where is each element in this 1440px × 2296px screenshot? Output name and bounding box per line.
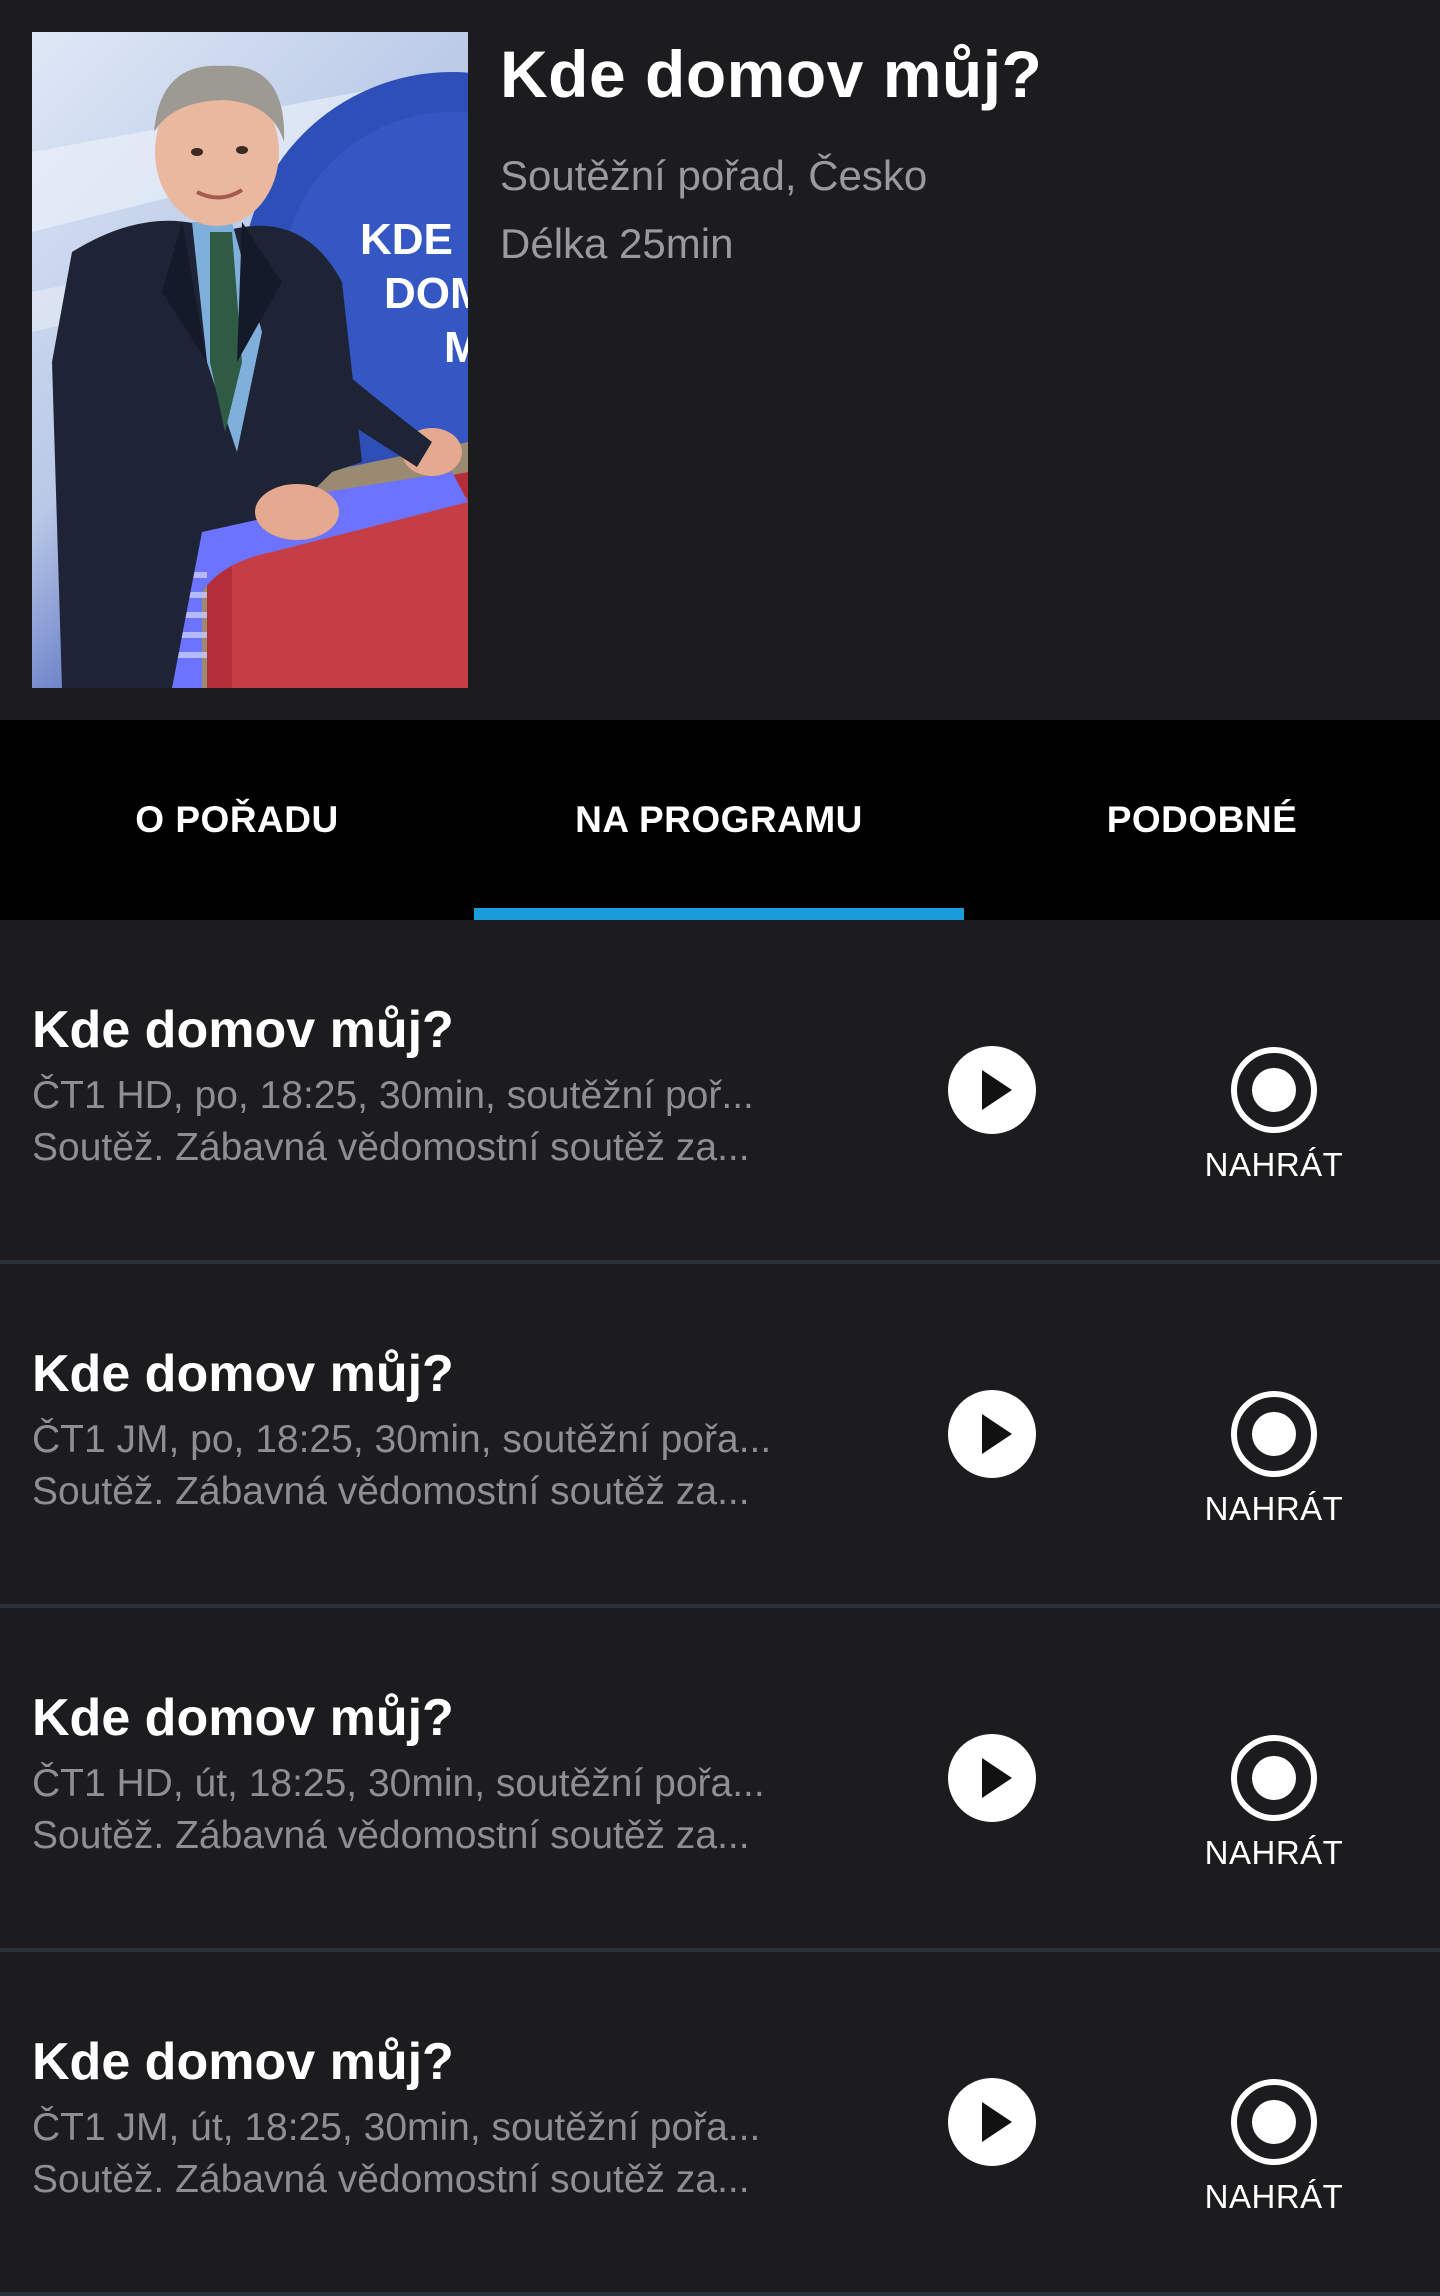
record-icon: [1231, 2079, 1317, 2165]
item-title: Kde domov můj?: [32, 2033, 454, 2091]
list-item[interactable]: Kde domov můj? ČT1 JM, út, 18:25, 30min,…: [0, 1952, 1440, 2296]
play-icon: [948, 1390, 1036, 1478]
show-duration: Délka 25min: [500, 220, 734, 267]
item-description: Soutěž. Zábavná vědomostní soutěž za...: [32, 1470, 750, 1513]
show-genre: Soutěžní pořad, Česko: [500, 152, 928, 199]
play-icon: [948, 2078, 1036, 2166]
record-label[interactable]: NAHRÁT: [1174, 1834, 1374, 1872]
item-title: Kde domov můj?: [32, 1689, 454, 1747]
item-description: Soutěž. Zábavná vědomostní soutěž za...: [32, 1126, 750, 1169]
record-icon: [1231, 1391, 1317, 1477]
list-item[interactable]: Kde domov můj? ČT1 JM, po, 18:25, 30min,…: [0, 1264, 1440, 1608]
record-icon: [1231, 1047, 1317, 1133]
record-button[interactable]: [1230, 2078, 1318, 2166]
record-label[interactable]: NAHRÁT: [1174, 2178, 1374, 2216]
host-photo: KDE DOM M: [32, 65, 468, 688]
list-item[interactable]: Kde domov můj? ČT1 HD, út, 18:25, 30min,…: [0, 1608, 1440, 1952]
item-details: ČT1 JM, út, 18:25, 30min, soutěžní pořa.…: [32, 2106, 761, 2149]
item-description: Soutěž. Zábavná vědomostní soutěž za...: [32, 1814, 750, 1857]
show-header: KDE DOM M: [0, 0, 1440, 720]
svg-text:M: M: [444, 323, 468, 372]
show-title: Kde domov můj?: [500, 37, 1043, 111]
item-details: ČT1 HD, út, 18:25, 30min, soutěžní pořa.…: [32, 1762, 765, 1805]
show-poster-image: KDE DOM M: [32, 32, 468, 688]
svg-text:KDE: KDE: [360, 215, 453, 264]
item-title: Kde domov můj?: [32, 1345, 454, 1403]
svg-text:DOM: DOM: [384, 269, 468, 318]
item-details: ČT1 JM, po, 18:25, 30min, soutěžní pořa.…: [32, 1418, 772, 1461]
play-button[interactable]: [948, 1734, 1036, 1822]
item-description: Soutěž. Zábavná vědomostní soutěž za...: [32, 2158, 750, 2201]
record-icon: [1231, 1735, 1317, 1821]
record-button[interactable]: [1230, 1734, 1318, 1822]
item-details: ČT1 HD, po, 18:25, 30min, soutěžní poř..…: [32, 1074, 754, 1117]
play-button[interactable]: [948, 1390, 1036, 1478]
play-button[interactable]: [948, 2078, 1036, 2166]
item-title: Kde domov můj?: [32, 1001, 454, 1059]
play-icon: [948, 1734, 1036, 1822]
record-button[interactable]: [1230, 1046, 1318, 1134]
play-icon: [948, 1046, 1036, 1134]
play-button[interactable]: [948, 1046, 1036, 1134]
record-button[interactable]: [1230, 1390, 1318, 1478]
tab-bar: O POŘADU NA PROGRAMU PODOBNÉ: [0, 720, 1440, 920]
record-label[interactable]: NAHRÁT: [1174, 1490, 1374, 1528]
record-label[interactable]: NAHRÁT: [1174, 1146, 1374, 1184]
list-item[interactable]: Kde domov můj? ČT1 HD, po, 18:25, 30min,…: [0, 920, 1440, 1264]
tab-podobne[interactable]: PODOBNÉ: [964, 720, 1440, 920]
tab-o-poradu[interactable]: O POŘADU: [0, 720, 474, 920]
tab-na-programu[interactable]: NA PROGRAMU: [474, 720, 964, 920]
active-tab-indicator: [474, 908, 964, 920]
broadcast-list: Kde domov můj? ČT1 HD, po, 18:25, 30min,…: [0, 920, 1440, 2296]
